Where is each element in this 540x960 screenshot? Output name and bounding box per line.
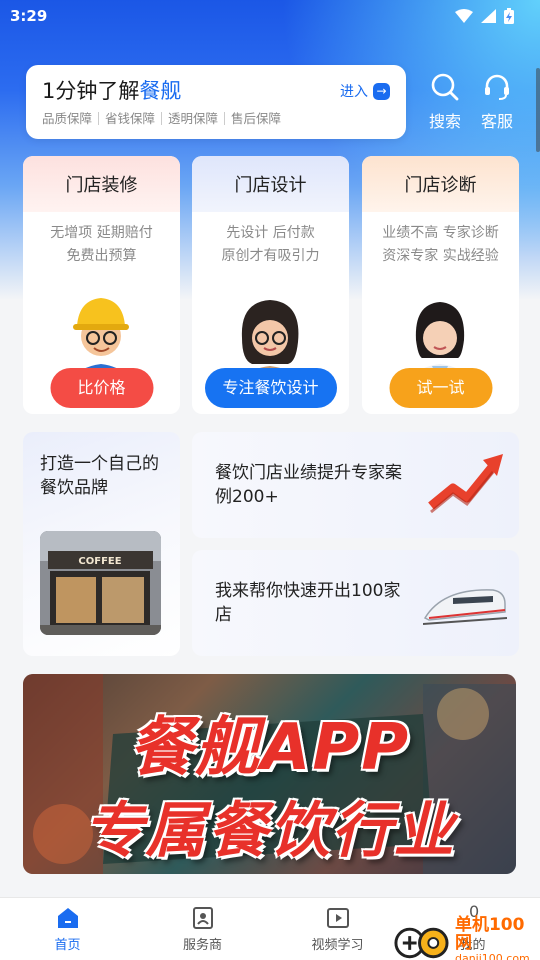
service-desc-line: 业绩不高 专家诊断 xyxy=(382,225,499,241)
id-card-icon xyxy=(192,907,213,929)
service-label: 客服 xyxy=(480,112,513,131)
promo-card-text: 我来帮你快速开出100家店 xyxy=(215,581,401,625)
guarantee-tag: 品质保障 xyxy=(42,111,93,126)
battery-icon xyxy=(504,8,514,24)
service-desc-line: 资深专家 实战经验 xyxy=(382,248,499,264)
customer-service-button[interactable]: 客服 xyxy=(471,72,523,132)
coffee-shop-image: COFFEE xyxy=(40,531,161,635)
headset-icon xyxy=(485,74,509,100)
service-desc-line: 无增项 延期赔付 xyxy=(50,225,153,241)
watermark-logo-icon xyxy=(394,927,449,958)
intro-title: 1分钟了解餐舰 xyxy=(42,75,390,105)
scroll-indicator[interactable] xyxy=(536,68,540,152)
status-time: 3:29 xyxy=(10,7,48,25)
guarantee-tag: 省钱保障 xyxy=(98,112,161,125)
nav-home[interactable]: 首页 xyxy=(0,898,135,960)
brand-card-text: 打造一个自己的餐饮品牌 xyxy=(40,454,159,498)
enter-button[interactable]: 进入 → xyxy=(340,81,390,101)
service-card-desc: 先设计 后付款 原创才有吸引力 xyxy=(192,222,349,268)
watermark: 单机100网 danji100.com xyxy=(392,916,540,960)
search-button[interactable]: 搜索 xyxy=(419,72,471,132)
search-icon xyxy=(431,73,459,101)
home-icon xyxy=(57,908,78,928)
wifi-icon xyxy=(455,9,473,23)
intro-title-prefix: 1分钟了解 xyxy=(42,79,140,103)
design-consult-button[interactable]: 专注餐饮设计 xyxy=(204,368,337,408)
growth-arrow-icon xyxy=(428,454,503,514)
intro-title-highlight: 餐舰 xyxy=(139,79,182,103)
promo-card-expansion[interactable]: 我来帮你快速开出100家店 xyxy=(192,550,519,656)
nav-providers[interactable]: 服务商 xyxy=(135,898,270,960)
service-card-desc: 业绩不高 专家诊断 资深专家 实战经验 xyxy=(362,222,519,268)
coffee-sign: COFFEE xyxy=(78,556,121,567)
nav-video-label: 视频学习 xyxy=(311,938,364,953)
service-card-renovation[interactable]: 门店装修 无增项 延期赔付 免费出预算 比价格 xyxy=(23,156,180,414)
play-icon xyxy=(326,908,349,928)
try-it-button[interactable]: 试一试 xyxy=(389,368,492,408)
status-icons xyxy=(455,8,514,24)
service-card-title: 门店设计 xyxy=(192,156,349,212)
service-card-desc: 无增项 延期赔付 免费出预算 xyxy=(23,222,180,268)
intro-search-card[interactable]: 1分钟了解餐舰 进入 → 品质保障 省钱保障 透明保障 售后保障 xyxy=(26,65,406,139)
search-label: 搜索 xyxy=(428,112,461,131)
arrow-right-icon: → xyxy=(373,82,390,100)
nav-home-label: 首页 xyxy=(54,938,81,953)
status-bar: 3:29 xyxy=(0,0,540,32)
service-desc-line: 免费出预算 xyxy=(66,248,137,264)
banner-headline: 餐舰APP xyxy=(128,711,411,785)
compare-price-button[interactable]: 比价格 xyxy=(50,368,153,408)
service-card-diagnosis[interactable]: 门店诊断 业绩不高 专家诊断 资深专家 实战经验 试一试 xyxy=(362,156,519,414)
promo-card-performance[interactable]: 餐饮门店业绩提升专家案例200+ xyxy=(192,432,519,538)
enter-label: 进入 xyxy=(340,84,368,100)
train-icon xyxy=(423,589,507,625)
service-desc-line: 先设计 后付款 xyxy=(226,225,315,241)
promo-card-text: 餐饮门店业绩提升专家案例200+ xyxy=(215,463,402,507)
service-card-title: 门店装修 xyxy=(23,156,180,212)
service-card-design[interactable]: 门店设计 先设计 后付款 原创才有吸引力 专注餐饮设计 xyxy=(192,156,349,414)
guarantee-tag: 售后保障 xyxy=(224,112,287,125)
promo-banner[interactable]: 餐舰APP 专属餐饮行业 xyxy=(23,674,516,874)
banner-subline: 专属餐饮行业 xyxy=(83,796,456,866)
service-card-title: 门店诊断 xyxy=(362,156,519,212)
watermark-text: 单机100网 xyxy=(454,915,525,953)
coffee-shop-illustration: COFFEE xyxy=(40,531,161,635)
service-desc-line: 原创才有吸引力 xyxy=(221,248,320,264)
signal-icon xyxy=(481,9,496,23)
nav-providers-label: 服务商 xyxy=(182,938,222,953)
guarantee-tag: 透明保障 xyxy=(161,112,224,125)
nav-video[interactable]: 视频学习 xyxy=(270,898,405,960)
guarantee-tags: 品质保障 省钱保障 透明保障 售后保障 xyxy=(42,112,390,125)
watermark-sub: danji100.com xyxy=(454,952,530,960)
brand-card[interactable]: 打造一个自己的餐饮品牌 COFFEE xyxy=(23,432,180,656)
